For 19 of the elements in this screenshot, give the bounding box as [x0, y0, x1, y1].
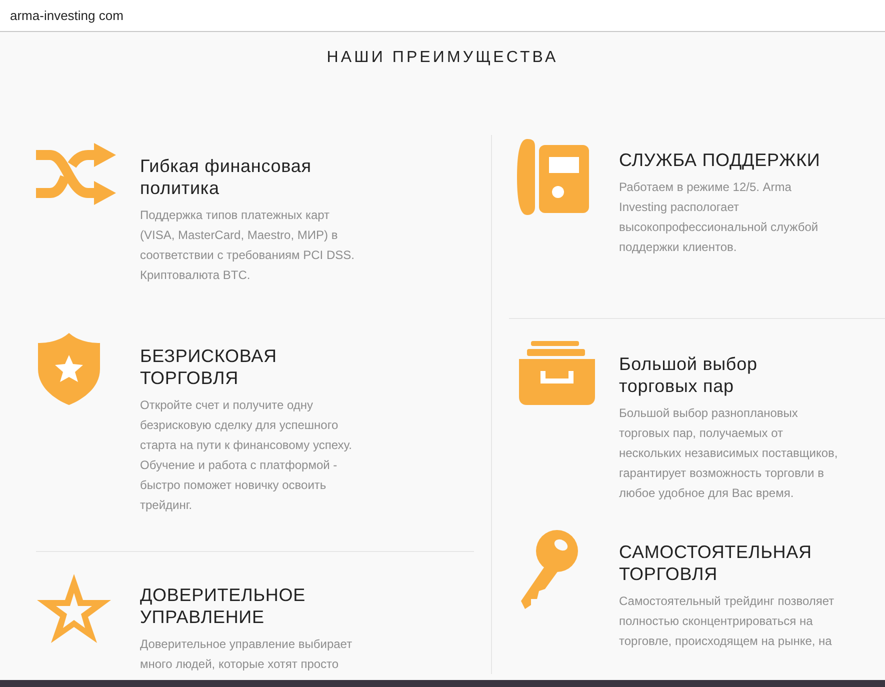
feature-title: СЛУЖБА ПОДДЕРЖКИ	[619, 149, 822, 171]
feature-description: Самостоятельный трейдинг позволяет полностью сконцентрироваться на торговле, происходящем на рынке, на	[619, 593, 836, 650]
star-icon	[36, 572, 112, 644]
drawer-icon	[517, 341, 597, 405]
feature-description: Доверительное управление выбирает много людей, которые хотят просто	[140, 636, 354, 673]
feature-title: БЕЗРИСКОВАЯ ТОРГОВЛЯ	[140, 345, 278, 389]
feature-title: Большой выбор торговых пар	[619, 353, 758, 397]
feature-description: Работаем в режиме 12/5. Arma Investing распологает высокопрофессиональной службой поддержки клиентов.	[619, 179, 820, 256]
feature-title: Гибкая финансовая политика	[140, 155, 312, 199]
feature-title: САМОСТОЯТЕЛЬНАЯ ТОРГОВЛЯ	[619, 541, 813, 585]
phone-icon	[517, 137, 589, 217]
feature-description: Большой выбор разноплановых торговых пар, получаемых от нескольких независимых поставщиков, гарантирует возможность торговли в любое удобное для Вас время.	[619, 405, 838, 502]
feature-description: Поддержка типов платежных карт (VISA, MasterCard, Maestro, МИР) в соответствии с требованиям PCI DSS. Криптовалюта BTC.	[140, 207, 356, 284]
section-title: НАШИ ПРЕИМУЩЕСТВА	[326, 48, 558, 68]
feature-title: ДОВЕРИТЕЛЬНОЕ УПРАВЛЕНИЕ	[140, 584, 306, 628]
feature-description: Откройте счет и получите одну безрисковую сделку для успешного старта на пути к финансовому успеху. Обучение и работа с платформой - быстро поможет новичку освоить трейдинг.	[140, 397, 353, 514]
shield-star-icon	[36, 333, 102, 405]
shuffle-icon	[36, 143, 116, 205]
url-text[interactable]: arma-investing com	[10, 6, 124, 26]
